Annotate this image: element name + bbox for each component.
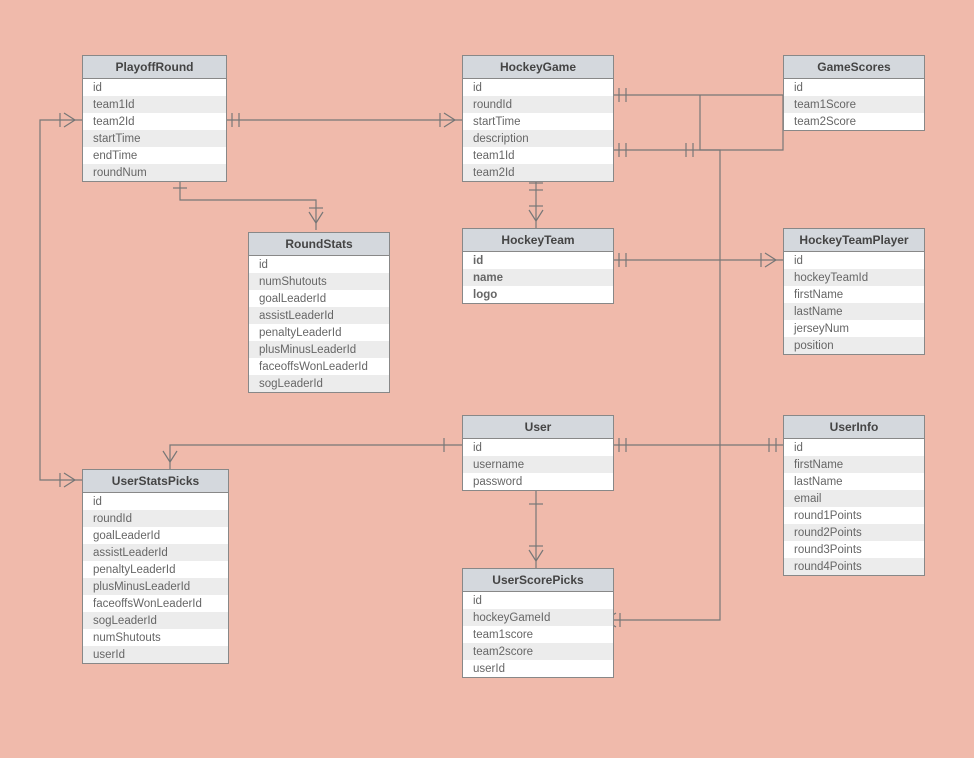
entity-body: id name logo: [463, 252, 613, 303]
field: assistLeaderId: [249, 307, 389, 324]
field: goalLeaderId: [249, 290, 389, 307]
field: startTime: [463, 113, 613, 130]
field: team2Id: [83, 113, 226, 130]
field: team1Score: [784, 96, 924, 113]
entity-hockeyteam: HockeyTeam id name logo: [462, 228, 614, 304]
field: userId: [463, 660, 613, 677]
field: goalLeaderId: [83, 527, 228, 544]
entity-header: HockeyTeamPlayer: [784, 229, 924, 252]
entity-header: HockeyTeam: [463, 229, 613, 252]
entity-body: id roundId startTime description team1Id…: [463, 79, 613, 181]
entity-body: id username password: [463, 439, 613, 490]
entity-body: id team1Score team2Score: [784, 79, 924, 130]
field: logo: [463, 286, 613, 303]
field: description: [463, 130, 613, 147]
field: id: [784, 79, 924, 96]
field: roundId: [463, 96, 613, 113]
entity-header: GameScores: [784, 56, 924, 79]
field: id: [463, 592, 613, 609]
field: firstName: [784, 456, 924, 473]
entity-header: RoundStats: [249, 233, 389, 256]
field: team2Id: [463, 164, 613, 181]
field: position: [784, 337, 924, 354]
field: endTime: [83, 147, 226, 164]
entity-header: UserScorePicks: [463, 569, 613, 592]
field: email: [784, 490, 924, 507]
field: hockeyGameId: [463, 609, 613, 626]
field: team2score: [463, 643, 613, 660]
field: userId: [83, 646, 228, 663]
field: firstName: [784, 286, 924, 303]
field: lastName: [784, 303, 924, 320]
field: penaltyLeaderId: [249, 324, 389, 341]
entity-body: id team1Id team2Id startTime endTime rou…: [83, 79, 226, 181]
entity-user: User id username password: [462, 415, 614, 491]
field: team1score: [463, 626, 613, 643]
field: team2Score: [784, 113, 924, 130]
field: id: [784, 439, 924, 456]
field: roundId: [83, 510, 228, 527]
field: id: [83, 79, 226, 96]
field: id: [463, 439, 613, 456]
field: penaltyLeaderId: [83, 561, 228, 578]
field: username: [463, 456, 613, 473]
field: jerseyNum: [784, 320, 924, 337]
entity-header: HockeyGame: [463, 56, 613, 79]
field: round3Points: [784, 541, 924, 558]
field: assistLeaderId: [83, 544, 228, 561]
field: sogLeaderId: [83, 612, 228, 629]
entity-header: UserStatsPicks: [83, 470, 228, 493]
entity-userscorepicks: UserScorePicks id hockeyGameId team1scor…: [462, 568, 614, 678]
field: password: [463, 473, 613, 490]
field: hockeyTeamId: [784, 269, 924, 286]
field: faceoffsWonLeaderId: [249, 358, 389, 375]
field: sogLeaderId: [249, 375, 389, 392]
field: round2Points: [784, 524, 924, 541]
entity-header: PlayoffRound: [83, 56, 226, 79]
entity-userinfo: UserInfo id firstName lastName email rou…: [783, 415, 925, 576]
field: id: [83, 493, 228, 510]
field: id: [463, 79, 613, 96]
entity-gamescores: GameScores id team1Score team2Score: [783, 55, 925, 131]
field: round4Points: [784, 558, 924, 575]
field: team1Id: [463, 147, 613, 164]
field: numShutouts: [249, 273, 389, 290]
entity-body: id roundId goalLeaderId assistLeaderId p…: [83, 493, 228, 663]
field: name: [463, 269, 613, 286]
field: plusMinusLeaderId: [249, 341, 389, 358]
field: id: [784, 252, 924, 269]
entity-userstatspicks: UserStatsPicks id roundId goalLeaderId a…: [82, 469, 229, 664]
field: id: [463, 252, 613, 269]
entity-body: id numShutouts goalLeaderId assistLeader…: [249, 256, 389, 392]
entity-header: UserInfo: [784, 416, 924, 439]
entity-body: id hockeyGameId team1score team2score us…: [463, 592, 613, 677]
entity-hockeyteamplayer: HockeyTeamPlayer id hockeyTeamId firstNa…: [783, 228, 925, 355]
field: faceoffsWonLeaderId: [83, 595, 228, 612]
field: roundNum: [83, 164, 226, 181]
field: id: [249, 256, 389, 273]
entity-body: id firstName lastName email round1Points…: [784, 439, 924, 575]
entity-hockeygame: HockeyGame id roundId startTime descript…: [462, 55, 614, 182]
field: startTime: [83, 130, 226, 147]
field: lastName: [784, 473, 924, 490]
field: round1Points: [784, 507, 924, 524]
entity-playoffround: PlayoffRound id team1Id team2Id startTim…: [82, 55, 227, 182]
entity-roundstats: RoundStats id numShutouts goalLeaderId a…: [248, 232, 390, 393]
field: numShutouts: [83, 629, 228, 646]
entity-header: User: [463, 416, 613, 439]
field: plusMinusLeaderId: [83, 578, 228, 595]
field: team1Id: [83, 96, 226, 113]
entity-body: id hockeyTeamId firstName lastName jerse…: [784, 252, 924, 354]
